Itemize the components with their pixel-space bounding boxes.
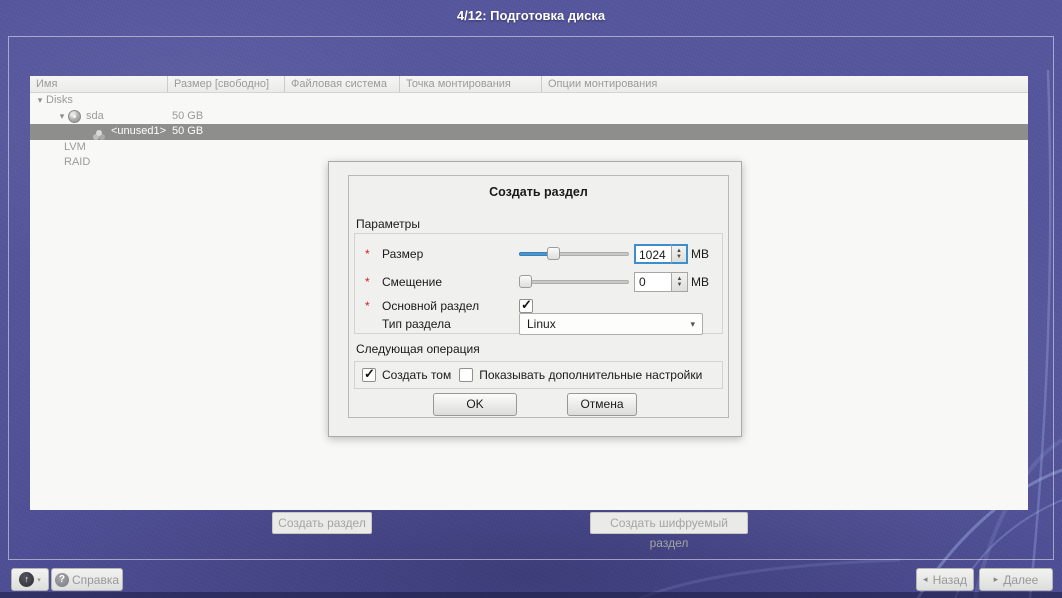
back-arrow-icon: ◂: [923, 574, 928, 585]
field-row-size: * Размер 1024 ▲ ▼: [355, 243, 722, 265]
column-header-mountoptions[interactable]: Опции монтирования: [542, 76, 1028, 92]
column-header-filesystem[interactable]: Файловая система: [285, 76, 400, 92]
spin-down-icon[interactable]: ▼: [677, 282, 683, 288]
free-space-icon: [96, 130, 102, 136]
column-header-size[interactable]: Размер [свободно]: [168, 76, 285, 92]
installer-window: 4/12: Подготовка диска Имя Размер [свобо…: [0, 0, 1062, 598]
dropdown-value: Linux: [527, 317, 690, 331]
help-icon: ?: [55, 573, 69, 587]
dialog-body: Создать раздел Параметры * Размер 1024: [348, 175, 729, 418]
back-button[interactable]: ◂ Назад: [916, 568, 974, 591]
create-encrypted-partition-button[interactable]: Создать шифруемый раздел: [590, 512, 748, 534]
tree-row-unused1[interactable]: <unused1> 50 GB: [30, 124, 1028, 140]
cancel-button[interactable]: Отмена: [567, 393, 637, 416]
page-title: 4/12: Подготовка диска: [0, 0, 1062, 32]
field-label: Тип раздела: [382, 317, 451, 331]
next-operation-options: ✓ Создать том Показывать дополнительные …: [354, 361, 723, 389]
create-volume-label[interactable]: Создать том: [382, 368, 451, 382]
field-label: Смещение: [382, 275, 442, 289]
field-row-offset: * Смещение 0 ▲ ▼: [355, 271, 722, 293]
next-label: Далее: [1003, 573, 1038, 587]
row-label: <unused1>: [111, 124, 166, 140]
tree-row-disks[interactable]: ▾Disks: [30, 93, 1028, 109]
offset-slider[interactable]: [519, 275, 629, 289]
offset-spinbox[interactable]: 0 ▲ ▼: [634, 272, 688, 292]
spin-down-icon[interactable]: ▼: [676, 254, 682, 260]
required-marker: *: [365, 247, 370, 261]
shutdown-icon: ↑: [19, 572, 34, 587]
expander-icon[interactable]: ▾: [34, 93, 46, 109]
required-marker: *: [365, 275, 370, 289]
tree-row-sda[interactable]: ▾ sda 50 GB: [30, 109, 1028, 125]
field-label: Размер: [382, 247, 423, 261]
row-label: Disks: [46, 93, 73, 109]
next-operation-section-label: Следующая операция: [356, 342, 480, 356]
params-fieldset: * Размер 1024 ▲ ▼: [354, 233, 723, 334]
unit-label: MB: [691, 247, 709, 261]
create-partition-dialog: Создать раздел Параметры * Размер 1024: [328, 161, 742, 437]
spinbox-value[interactable]: 1024: [634, 244, 671, 264]
table-header: Имя Размер [свободно] Файловая система Т…: [30, 76, 1028, 93]
row-label: LVM: [30, 140, 168, 156]
partition-type-dropdown[interactable]: Linux ▾: [519, 313, 703, 335]
help-label: Справка: [72, 573, 119, 587]
create-volume-checkbox[interactable]: ✓: [362, 368, 376, 382]
disk-icon: [68, 110, 81, 123]
column-header-mountpoint[interactable]: Точка монтирования: [400, 76, 542, 92]
shutdown-menu-button[interactable]: ↑ ▾: [11, 568, 49, 591]
spinbox-value[interactable]: 0: [634, 272, 671, 292]
spinner-arrows[interactable]: ▲ ▼: [671, 272, 688, 292]
show-advanced-label[interactable]: Показывать дополнительные настройки: [479, 368, 702, 382]
expander-icon[interactable]: ▾: [56, 109, 68, 125]
dialog-title: Создать раздел: [349, 185, 728, 199]
spinner-arrows[interactable]: ▲ ▼: [671, 244, 688, 264]
next-arrow-icon: ▸: [994, 574, 999, 585]
ok-button[interactable]: OK: [433, 393, 517, 416]
chevron-down-icon: ▾: [37, 576, 41, 584]
row-label: RAID: [30, 155, 168, 171]
column-header-name[interactable]: Имя: [30, 76, 168, 92]
checkmark-icon: ✓: [364, 366, 375, 382]
create-partition-button[interactable]: Создать раздел: [272, 512, 372, 534]
unit-label: MB: [691, 275, 709, 289]
params-section-label: Параметры: [356, 217, 420, 231]
tree-row-lvm[interactable]: LVM: [30, 140, 1028, 156]
size-spinbox[interactable]: 1024 ▲ ▼: [634, 244, 688, 264]
row-size: 50 GB: [168, 109, 285, 125]
show-advanced-checkbox[interactable]: [459, 368, 473, 382]
help-button[interactable]: ? Справка: [51, 568, 123, 591]
slider-handle[interactable]: [547, 247, 560, 260]
row-size: 50 GB: [168, 124, 285, 140]
size-slider[interactable]: [519, 247, 629, 261]
slider-handle[interactable]: [519, 275, 532, 288]
field-row-type: Тип раздела Linux ▾: [355, 310, 722, 338]
back-label: Назад: [933, 573, 967, 587]
bottom-shadow-strip: [0, 592, 1062, 598]
next-button[interactable]: ▸ Далее: [979, 568, 1053, 591]
slider-track[interactable]: [519, 280, 629, 284]
chevron-down-icon: ▾: [690, 319, 695, 330]
row-label: sda: [86, 109, 104, 125]
